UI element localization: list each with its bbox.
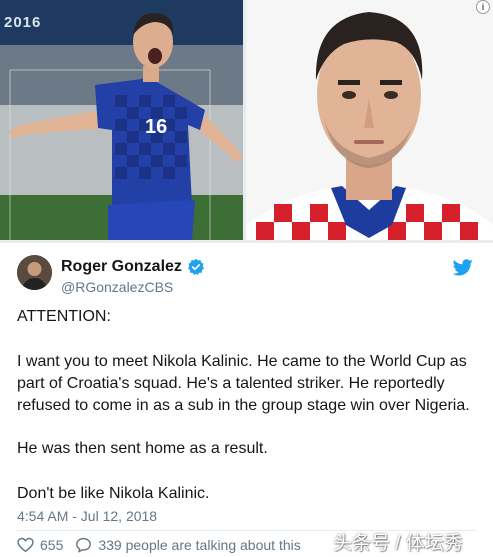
tweet-timestamp[interactable]: 4:54 AM - Jul 12, 2018 <box>17 508 157 524</box>
avatar-illustration <box>17 255 52 290</box>
photo-strip: 16 2016 i <box>0 0 493 243</box>
heart-icon[interactable] <box>17 537 34 553</box>
info-icon[interactable]: i <box>476 0 490 14</box>
watermark: 头条号 / 体坛秀 <box>333 533 463 554</box>
speech-bubble-icon[interactable] <box>75 537 92 553</box>
tweet-text-line: ATTENTION: <box>17 308 111 325</box>
player-celebration-photo: 16 2016 <box>0 0 243 240</box>
like-count[interactable]: 655 <box>40 537 63 553</box>
avatar[interactable] <box>17 255 52 290</box>
tweet-text-line: refused to come in as a sub in the group… <box>17 397 470 414</box>
author-handle[interactable]: @RGonzalezCBS <box>61 279 173 295</box>
player-portrait-photo <box>246 0 493 240</box>
author-name[interactable]: Roger Gonzalez <box>61 258 182 276</box>
tweet-text-line: I want you to meet Nikola Kalinic. He ca… <box>17 353 467 370</box>
talking-count[interactable]: 339 people are talking about this <box>98 537 300 553</box>
tweet-text-line: Don't be like Nikola Kalinic. <box>17 485 210 502</box>
tweet-text-line: part of Croatia's squad. He's a talented… <box>17 375 445 392</box>
player-celebration-illustration: 16 <box>0 0 243 240</box>
tweet-actions: 655 339 people are talking about this <box>17 537 301 553</box>
banner-year: 2016 <box>4 14 42 31</box>
verified-badge-icon <box>188 258 204 275</box>
twitter-bird-icon[interactable] <box>453 259 473 276</box>
jersey-number: 16 <box>145 116 167 138</box>
tweet-text-line: He was then sent home as a result. <box>17 440 268 457</box>
player-portrait-illustration <box>246 0 493 240</box>
